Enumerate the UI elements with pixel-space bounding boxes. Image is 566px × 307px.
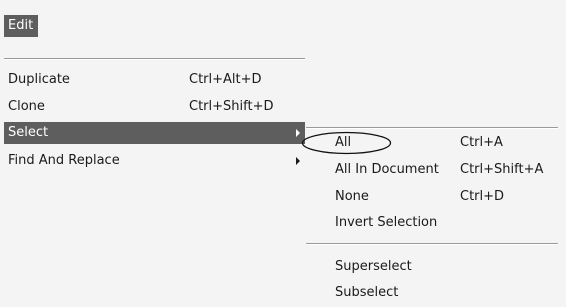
menu-item-shortcut: Ctrl+Shift+D	[189, 99, 274, 114]
submenu-separator	[306, 243, 558, 245]
submenu-item-all-in-document[interactable]: All In Document Ctrl+Shift+A	[306, 157, 558, 182]
submenu-item-label: Subselect	[335, 285, 399, 300]
menu-item-duplicate[interactable]: Duplicate Ctrl+Alt+D	[4, 69, 305, 91]
menu-item-label: Clone	[8, 99, 45, 114]
submenu-arrow-icon	[296, 129, 300, 137]
menu-item-find-and-replace[interactable]: Find And Replace	[4, 150, 305, 172]
submenu-item-label: Invert Selection	[335, 215, 438, 230]
menu-item-label: Select	[8, 125, 49, 140]
submenu-arrow-icon	[296, 157, 300, 165]
submenu-item-label: None	[335, 189, 369, 204]
submenu-item-invert-selection[interactable]: Invert Selection	[306, 210, 558, 235]
submenu-separator	[306, 127, 558, 129]
submenu-item-label: Superselect	[335, 259, 412, 274]
submenu-item-shortcut: Ctrl+A	[460, 135, 503, 150]
menu-item-label: Find And Replace	[8, 153, 120, 168]
submenu-item-shortcut: Ctrl+Shift+A	[460, 162, 544, 177]
edit-menu-title[interactable]: Edit	[4, 15, 39, 37]
submenu-item-label: All In Document	[335, 162, 439, 177]
submenu-item-shortcut: Ctrl+D	[460, 189, 505, 204]
menu-item-select[interactable]: Select	[4, 122, 305, 144]
menu-item-shortcut: Ctrl+Alt+D	[189, 72, 262, 87]
highlight-ellipse-annotation	[301, 131, 392, 155]
menu-separator	[4, 58, 305, 60]
submenu-item-subselect[interactable]: Subselect	[306, 280, 558, 305]
submenu-item-superselect[interactable]: Superselect	[306, 254, 558, 279]
submenu-item-none[interactable]: None Ctrl+D	[306, 184, 558, 209]
menu-item-label: Duplicate	[8, 72, 70, 87]
menu-item-clone[interactable]: Clone Ctrl+Shift+D	[4, 96, 305, 118]
